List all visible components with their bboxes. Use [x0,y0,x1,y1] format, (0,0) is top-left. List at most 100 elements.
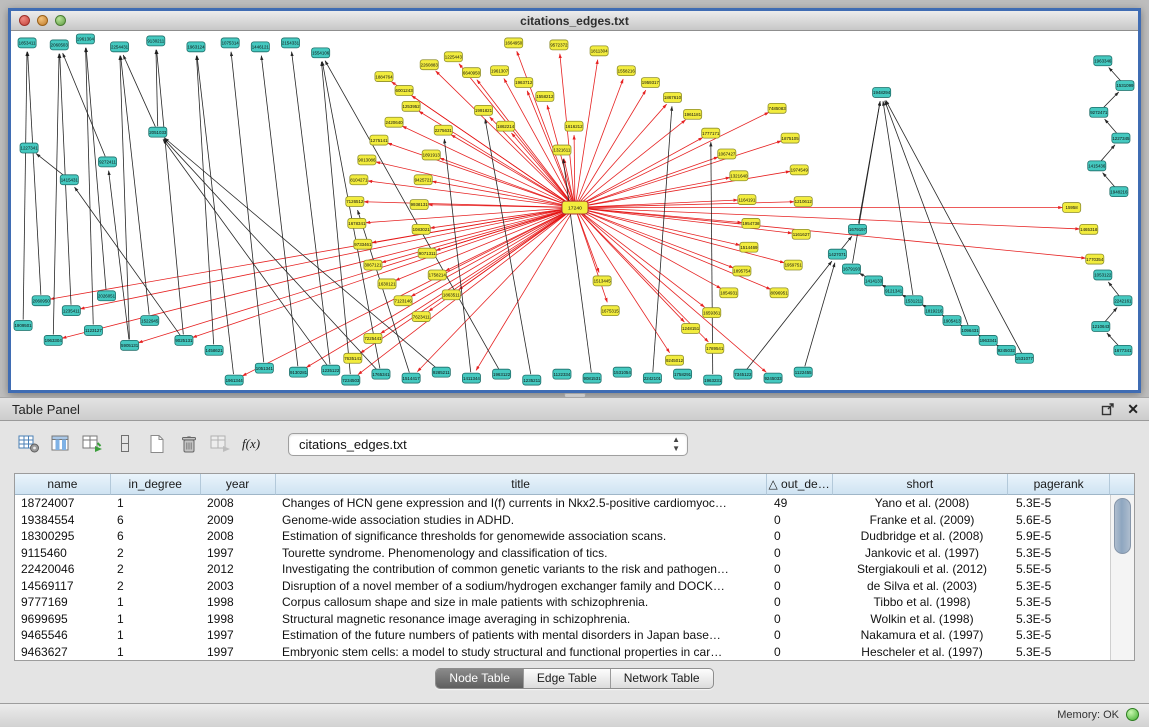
graph-node[interactable]: 9130281 [289,367,307,377]
graph-node[interactable]: 2242101 [643,373,661,383]
column-header-title[interactable]: title [276,474,767,495]
graph-node[interactable]: 9130211 [147,36,165,46]
graph-node[interactable]: 1051341 [255,363,273,373]
network-canvas[interactable]: 2260883122544366409501961307196371215582… [11,31,1138,390]
graph-node[interactable]: 1531099 [1116,81,1134,91]
table-row[interactable]: 1872400712008Changes of HCN gene express… [15,495,1134,512]
graph-node[interactable]: 9121341 [885,286,903,296]
import-table-button[interactable] [78,431,108,457]
graph-node[interactable]: 1777171 [702,128,720,138]
graph-node[interactable]: 1811304 [590,46,608,56]
graph-node[interactable]: 15958 [1063,203,1081,213]
create-table-button[interactable] [142,431,172,457]
tab-node-table[interactable]: Node Table [436,669,524,688]
tab-edge-table[interactable]: Edge Table [524,669,611,688]
graph-node[interactable]: 1053122 [1094,270,1112,280]
graph-node[interactable]: 7623411 [412,312,430,322]
close-button[interactable] [19,15,30,26]
network-window-titlebar[interactable]: citations_edges.txt [11,11,1138,31]
graph-node[interactable]: 9025131 [175,335,193,345]
graph-node[interactable]: 6640950 [462,68,480,78]
graph-node[interactable]: 1991821 [474,105,492,115]
column-header-pagerank[interactable]: pagerank [1008,474,1110,495]
graph-node[interactable]: 2275631 [434,125,452,135]
graph-node[interactable]: 1948216 [1110,187,1128,197]
graph-node[interactable]: 1630121 [378,279,396,289]
graph-node[interactable]: 1664950 [505,38,523,48]
network-graph[interactable]: 2260883122544366409501961307196371215582… [11,31,1138,390]
graph-node[interactable]: 1531211 [905,296,923,306]
graph-node[interactable]: 1963231 [704,375,722,385]
graph-node[interactable]: 3067121 [364,260,382,270]
graph-node[interactable]: 1122455 [794,367,812,377]
column-header-out_degree[interactable]: △ out_de… [767,474,833,495]
graph-node[interactable]: 2254431 [111,42,129,52]
graph-node[interactable]: 1415431 [60,175,78,185]
table-row[interactable]: 2242004622012Investigating the contribut… [15,561,1134,578]
graph-node[interactable]: 1415436 [1088,161,1106,171]
graph-node[interactable]: 1678341 [348,218,366,228]
graph-node[interactable]: 1961344 [225,375,243,385]
graph-node[interactable]: 1758291 [674,369,692,379]
table-row[interactable]: 1456911722003Disruption of a novel membe… [15,578,1134,595]
graph-node[interactable]: 1558216 [617,66,635,76]
graph-node[interactable]: 1446121 [251,42,269,52]
graph-node[interactable]: 1862214 [497,121,515,131]
graph-node[interactable]: 7345122 [734,369,752,379]
graph-node[interactable]: 7123146 [394,296,412,306]
graph-node[interactable]: 9245012 [665,355,683,365]
column-header-name[interactable]: name [15,474,111,495]
graph-node[interactable]: 1963124 [187,42,205,52]
delete-table-button[interactable] [174,431,204,457]
graph-node[interactable]: 1875105 [781,133,799,143]
float-panel-icon[interactable] [1101,402,1115,416]
table-row[interactable]: 946554611997Estimation of the future num… [15,627,1134,644]
graph-node[interactable]: 2260883 [420,60,438,70]
graph-node[interactable]: 1427071 [828,249,846,259]
graph-node[interactable]: 1867610 [663,92,681,102]
graph-node[interactable]: 1122334 [553,369,571,379]
graph-node[interactable]: 5905131 [121,340,139,350]
graph-node[interactable]: 7126512 [346,197,364,207]
table-row[interactable]: 969969511998Structural magnetic resonanc… [15,611,1134,628]
graph-node[interactable]: 9245033 [764,373,782,383]
graph-node[interactable]: 1321611 [553,145,571,155]
graph-node[interactable]: 1210612 [794,197,812,207]
graph-node[interactable]: 1854931 [720,288,738,298]
close-panel-icon[interactable]: ✕ [1127,402,1139,416]
graph-node[interactable]: 1954738 [742,218,760,228]
graph-node[interactable]: 2154331 [281,38,299,48]
graph-node[interactable]: 1227345 [1112,133,1130,143]
graph-node[interactable]: 9272471 [1090,107,1108,117]
column-header-short[interactable]: short [833,474,1009,495]
graph-node[interactable]: 1161627 [792,229,810,239]
graph-node[interactable]: 1513445 [593,276,611,286]
table-row[interactable]: 1938455462009Genome-wide association stu… [15,512,1134,529]
graph-node[interactable]: 1679197 [848,224,866,234]
graph-node[interactable]: 1275141 [370,135,388,145]
graph-node[interactable]: 1819216 [925,306,943,316]
graph-node[interactable]: 1961181 [684,109,702,119]
graph-node[interactable]: 1616212 [565,121,583,131]
graph-node[interactable]: 1959317 [641,78,659,88]
graph-node[interactable]: 1321640 [730,171,748,181]
graph-node[interactable]: 1758214 [428,270,446,280]
graph-hub-node[interactable]: 17240 [562,201,588,214]
graph-node[interactable]: 9071311 [418,248,436,258]
graph-node[interactable]: 1677341 [1114,345,1132,355]
graph-node[interactable]: 1235122 [322,365,340,375]
graph-node[interactable]: 2242161 [1114,296,1132,306]
graph-node[interactable]: 1948294 [873,88,891,98]
table-vertical-scrollbar[interactable] [1110,495,1134,660]
graph-node[interactable]: 1225443 [444,52,462,62]
graph-node[interactable]: 1558212 [536,91,554,101]
maximize-button[interactable] [55,15,66,26]
graph-node[interactable]: 1961307 [491,66,509,76]
graph-node[interactable]: 7234503 [342,375,360,385]
column-header-year[interactable]: year [201,474,276,495]
graph-node[interactable]: 1235211 [523,375,541,385]
graph-node[interactable]: 1659361 [703,308,721,318]
graph-node[interactable]: 9938131 [410,200,428,210]
graph-node[interactable]: 1227341 [20,143,38,153]
graph-node[interactable]: 1235411 [62,306,80,316]
